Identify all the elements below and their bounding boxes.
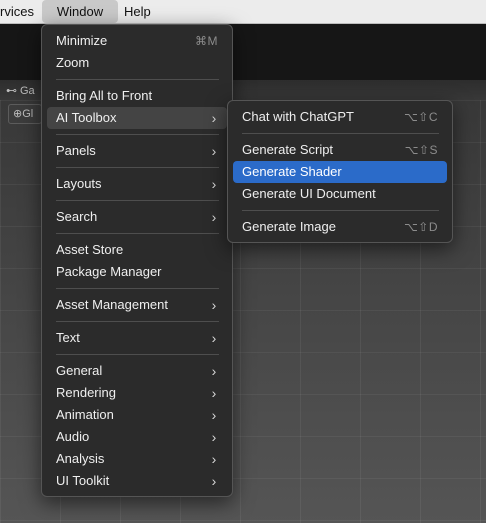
menu-item-audio[interactable]: Audio › — [47, 426, 227, 448]
game-tab-label: Ga — [20, 85, 35, 97]
menu-item-label: Rendering — [56, 385, 116, 400]
menu-item-bring-all-to-front[interactable]: Bring All to Front — [47, 85, 227, 107]
chevron-right-icon: › — [211, 363, 217, 379]
global-toggle-label: Gl — [22, 108, 34, 120]
menu-item-search[interactable]: Search › — [47, 206, 227, 228]
menu-separator — [56, 167, 219, 168]
menu-item-asset-management[interactable]: Asset Management › — [47, 294, 227, 316]
menu-item-label: Text — [56, 330, 80, 345]
menu-item-analysis[interactable]: Analysis › — [47, 448, 227, 470]
shortcut-label: ⌥⇧D — [403, 220, 438, 234]
menu-item-generate-script[interactable]: Generate Script ⌥⇧S — [233, 139, 447, 161]
menu-item-minimize[interactable]: Minimize ⌘M — [47, 30, 227, 52]
menu-item-package-manager[interactable]: Package Manager — [47, 261, 227, 283]
menu-item-layouts[interactable]: Layouts › — [47, 173, 227, 195]
menu-item-label: Asset Management — [56, 297, 169, 312]
menu-item-label: Layouts — [56, 176, 102, 191]
chevron-right-icon: › — [211, 330, 217, 346]
menu-item-label: Chat with ChatGPT — [242, 109, 354, 124]
menu-item-label: Asset Store — [56, 242, 124, 257]
menu-item-generate-ui-document[interactable]: Generate UI Document — [233, 183, 447, 205]
menu-separator — [56, 354, 219, 355]
global-toggle[interactable]: ⊕Gl — [8, 104, 42, 124]
menu-item-ui-toolkit[interactable]: UI Toolkit › — [47, 470, 227, 492]
menubar-services[interactable]: rvices — [0, 0, 42, 23]
menu-item-ai-toolbox[interactable]: AI Toolbox › — [47, 107, 227, 129]
shortcut-label: ⌘M — [195, 34, 218, 48]
chevron-right-icon: › — [211, 385, 217, 401]
chevron-right-icon: › — [211, 473, 217, 489]
menu-item-chat-with-chatgpt[interactable]: Chat with ChatGPT ⌥⇧C — [233, 106, 447, 128]
menu-item-label: UI Toolkit — [56, 473, 110, 488]
menu-item-label: Generate Image — [242, 219, 336, 234]
menu-item-text[interactable]: Text › — [47, 327, 227, 349]
menu-item-label: Panels — [56, 143, 96, 158]
menu-separator — [56, 233, 219, 234]
menu-item-label: Animation — [56, 407, 114, 422]
game-tab[interactable]: ⊷ Ga — [6, 84, 35, 97]
menu-item-label: AI Toolbox — [56, 110, 117, 125]
menu-separator — [242, 210, 439, 211]
menu-item-label: Generate Shader — [242, 164, 342, 179]
chevron-right-icon: › — [211, 297, 217, 313]
chevron-right-icon: › — [211, 407, 217, 423]
window-menu: Minimize ⌘M Zoom Bring All to Front AI T… — [41, 24, 233, 497]
menu-separator — [242, 133, 439, 134]
menu-item-label: Generate Script — [242, 142, 334, 157]
chevron-right-icon: › — [211, 209, 217, 225]
menu-item-animation[interactable]: Animation › — [47, 404, 227, 426]
menu-separator — [56, 134, 219, 135]
menu-separator — [56, 288, 219, 289]
menu-item-panels[interactable]: Panels › — [47, 140, 227, 162]
menu-item-label: Zoom — [56, 55, 90, 70]
menu-item-label: General — [56, 363, 103, 378]
chevron-right-icon: › — [211, 451, 217, 467]
chevron-right-icon: › — [211, 143, 217, 159]
menu-item-label: Audio — [56, 429, 90, 444]
ai-toolbox-submenu: Chat with ChatGPT ⌥⇧C Generate Script ⌥⇧… — [227, 100, 453, 243]
menubar-help[interactable]: Help — [116, 0, 159, 23]
chevron-right-icon: › — [211, 110, 217, 126]
chevron-right-icon: › — [211, 176, 217, 192]
menu-item-label: Search — [56, 209, 98, 224]
menu-item-zoom[interactable]: Zoom — [47, 52, 227, 74]
gamepad-icon: ⊷ — [6, 85, 17, 97]
shortcut-label: ⌥⇧S — [404, 143, 438, 157]
chevron-right-icon: › — [211, 429, 217, 445]
menu-item-asset-store[interactable]: Asset Store — [47, 239, 227, 261]
menu-separator — [56, 200, 219, 201]
menubar-window[interactable]: Window — [42, 0, 118, 23]
menu-item-label: Package Manager — [56, 264, 162, 279]
globe-icon: ⊕ — [13, 108, 23, 120]
menu-separator — [56, 79, 219, 80]
menu-item-label: Analysis — [56, 451, 105, 466]
menu-item-generate-shader[interactable]: Generate Shader — [233, 161, 447, 183]
shortcut-label: ⌥⇧C — [403, 110, 438, 124]
menu-item-rendering[interactable]: Rendering › — [47, 382, 227, 404]
menu-item-label: Bring All to Front — [56, 88, 153, 103]
menu-item-label: Minimize — [56, 33, 108, 48]
menu-item-label: Generate UI Document — [242, 186, 376, 201]
menu-item-general[interactable]: General › — [47, 360, 227, 382]
macos-menubar: rvices Window Help — [0, 0, 486, 24]
menu-separator — [56, 321, 219, 322]
menu-item-generate-image[interactable]: Generate Image ⌥⇧D — [233, 216, 447, 238]
